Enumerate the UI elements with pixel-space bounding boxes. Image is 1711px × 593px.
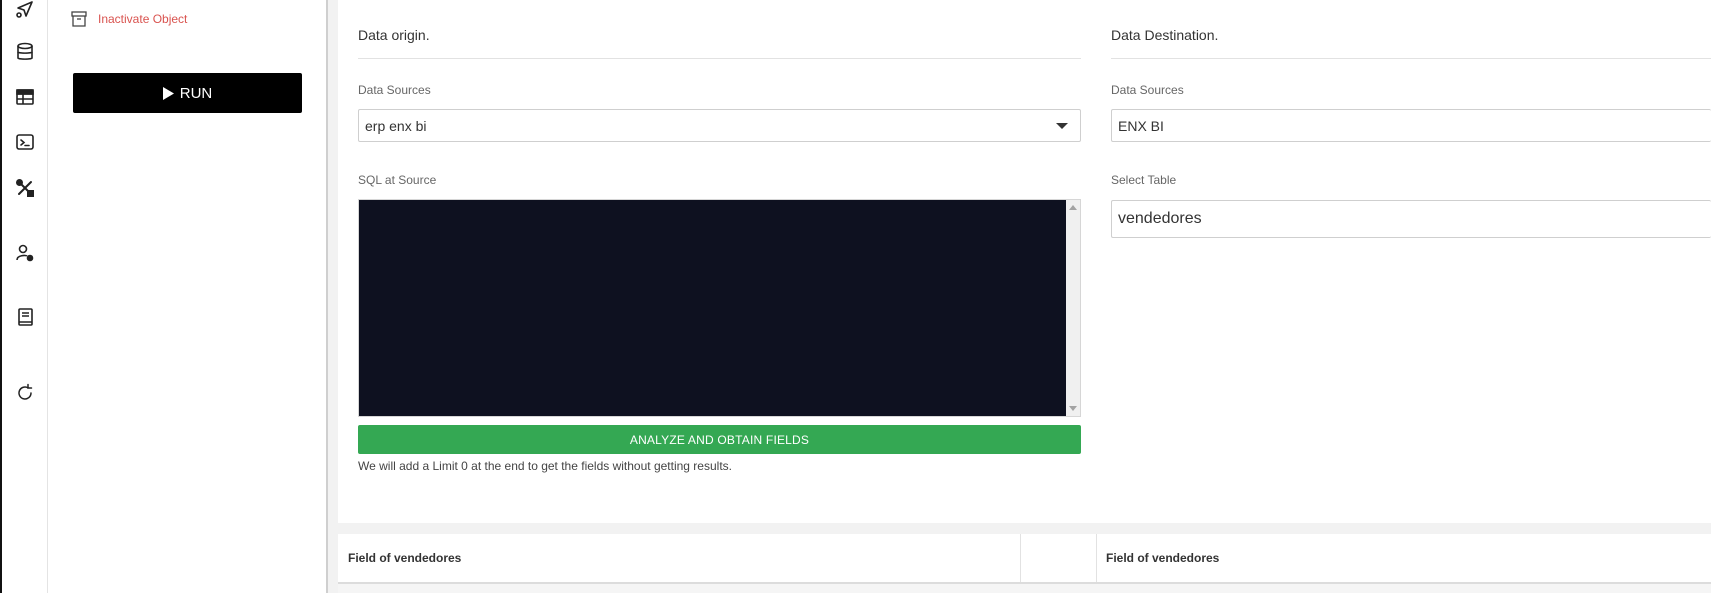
run-button[interactable]: RUN: [73, 73, 302, 113]
user-settings-icon[interactable]: [14, 242, 36, 264]
analyze-hint: We will add a Limit 0 at the end to get …: [358, 459, 732, 473]
sql-editor[interactable]: [358, 199, 1081, 417]
tools-icon[interactable]: [14, 177, 36, 199]
database-icon[interactable]: [14, 41, 36, 63]
table-row: [338, 584, 1711, 593]
object-panel: Inactivate Object RUN: [48, 0, 327, 593]
select-table-value: vendedores: [1118, 210, 1202, 227]
destination-title: Data Destination.: [1111, 27, 1219, 43]
origin-divider: [358, 58, 1081, 59]
sql-label: SQL at Source: [358, 173, 437, 187]
origin-sources-label: Data Sources: [358, 83, 431, 97]
scroll-up-icon[interactable]: [1069, 205, 1077, 210]
fields-right-header: Field of vendedores: [1106, 551, 1220, 565]
run-label: RUN: [179, 84, 213, 102]
app-root: Inactivate Object RUN Data origin. Data …: [0, 0, 1711, 593]
destination-sources-select[interactable]: ENX BI: [1111, 109, 1711, 142]
send-icon[interactable]: [14, 0, 36, 20]
origin-title: Data origin.: [358, 27, 430, 43]
icon-rail: [2, 0, 48, 593]
destination-sources-label: Data Sources: [1111, 83, 1184, 97]
inactivate-object-label: Inactivate Object: [98, 12, 188, 26]
select-table-input[interactable]: vendedores: [1111, 200, 1711, 238]
sql-editor-area[interactable]: [359, 200, 1066, 416]
fields-left-header: Field of vendedores: [348, 551, 462, 565]
destination-divider: [1111, 58, 1711, 59]
destination-sources-value: ENX BI: [1118, 117, 1164, 134]
scroll-down-icon[interactable]: [1069, 406, 1077, 411]
origin-sources-select[interactable]: erp enx bi: [358, 109, 1081, 142]
chevron-down-icon: [1056, 123, 1068, 129]
analyze-button[interactable]: ANALYZE AND OBTAIN FIELDS: [358, 425, 1081, 454]
mapping-card: Data origin. Data Sources erp enx bi SQL…: [338, 0, 1711, 523]
table-icon[interactable]: [14, 86, 36, 108]
select-table-label: Select Table: [1111, 173, 1177, 187]
refresh-icon[interactable]: [14, 382, 36, 404]
fields-table: Field of vendedores Field of vendedores: [338, 534, 1711, 593]
book-icon[interactable]: [14, 306, 36, 328]
inactivate-object-link[interactable]: Inactivate Object: [70, 10, 187, 28]
play-icon: [162, 86, 174, 100]
archive-icon: [71, 11, 87, 27]
main-content: Data origin. Data Sources erp enx bi SQL…: [328, 0, 1711, 593]
origin-sources-value: erp enx bi: [365, 117, 427, 134]
sql-editor-scrollbar[interactable]: [1066, 200, 1080, 416]
terminal-icon[interactable]: [14, 131, 36, 153]
